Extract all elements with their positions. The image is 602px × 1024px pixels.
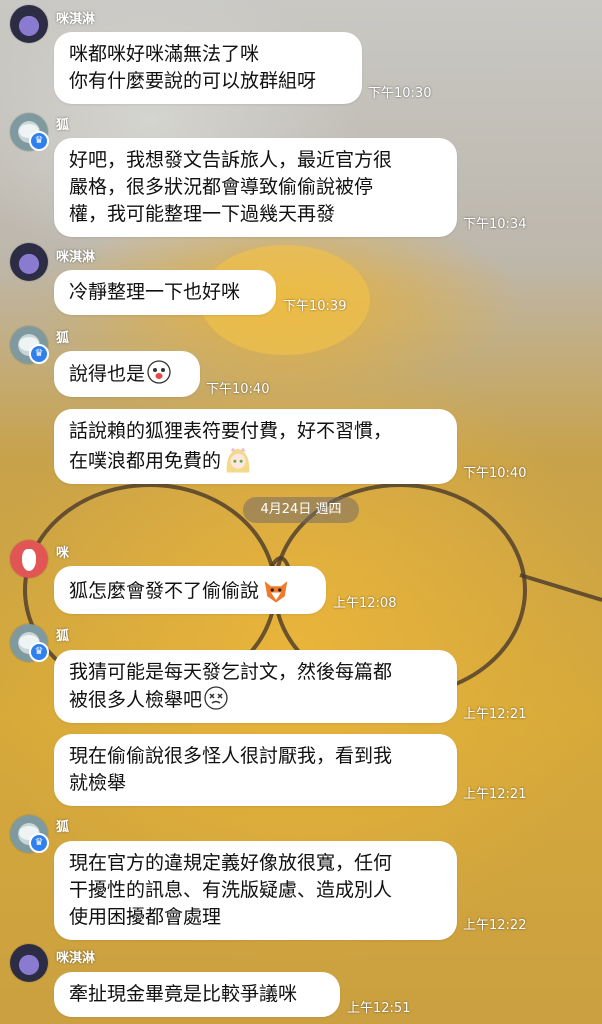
message-time: 上午12:08	[333, 596, 397, 611]
sender-name: 狐	[56, 629, 70, 644]
message-text: 被很多人檢舉吧	[69, 689, 203, 711]
anime-girl-sticker-icon	[226, 447, 250, 473]
crown-badge-icon: ♛	[29, 131, 49, 151]
message-text: 干擾性的訊息、有洗版疑慮、造成別人	[69, 879, 393, 901]
avatar-mi[interactable]	[10, 5, 48, 43]
sender-name: 咪淇淋	[56, 250, 96, 265]
dizzy-emoji-icon	[204, 686, 228, 710]
sender-name: 咪淇淋	[56, 12, 96, 27]
message-text: 權，我可能整理一下過幾天再發	[69, 203, 336, 225]
message-text: 我猜可能是每天發乞討文，然後每篇都	[69, 661, 393, 683]
message-bubble[interactable]: 我猜可能是每天發乞討文，然後每篇都 被很多人檢舉吧	[54, 650, 457, 723]
message-time: 下午10:39	[283, 299, 347, 314]
message-time: 下午10:34	[463, 217, 527, 232]
fox-sticker-icon	[264, 581, 288, 603]
message-bubble[interactable]: 說得也是	[54, 351, 200, 397]
message-text: 在噗浪都用免費的	[69, 450, 222, 472]
message-time: 上午12:51	[347, 1001, 411, 1016]
message-time: 上午12:21	[463, 707, 527, 722]
message-bubble[interactable]: 牽扯現金畢竟是比較爭議咪	[54, 972, 340, 1017]
sender-name: 咪淇淋	[56, 951, 96, 966]
avatar-mi[interactable]	[10, 944, 48, 982]
message-text: 使用困擾都會處理	[69, 906, 222, 928]
message-bubble[interactable]: 現在偷偷說很多怪人很討厭我，看到我 就檢舉	[54, 734, 457, 806]
message-time: 下午10:30	[368, 86, 432, 101]
message-text: 冷靜整理一下也好咪	[69, 281, 241, 303]
sender-name: 狐	[56, 331, 70, 346]
message-text: 牽扯現金畢竟是比較爭議咪	[69, 983, 298, 1005]
message-text: 狐怎麼會發不了偷偷說	[69, 580, 260, 602]
message-bubble[interactable]: 現在官方的違規定義好像放很寬，任何 干擾性的訊息、有洗版疑慮、造成別人 使用困擾…	[54, 841, 457, 940]
message-text: 你有什麼要說的可以放群組呀	[69, 70, 317, 92]
surprised-emoji-icon	[147, 360, 171, 384]
message-bubble[interactable]: 話說賴的狐狸表符要付費，好不習慣， 在噗浪都用免費的	[54, 409, 457, 484]
message-text: 好吧，我想發文告訴旅人，最近官方很	[69, 149, 393, 171]
message-time: 下午10:40	[463, 466, 527, 481]
message-bubble[interactable]: 狐怎麼會發不了偷偷說	[54, 566, 326, 614]
sender-name: 狐	[56, 118, 70, 133]
message-text: 話說賴的狐狸表符要付費，好不習慣，	[69, 420, 393, 442]
avatar-dog[interactable]	[10, 540, 48, 578]
message-text: 現在偷偷說很多怪人很討厭我，看到我	[69, 745, 393, 767]
sender-name: 咪	[56, 546, 70, 561]
message-text: 就檢舉	[69, 772, 127, 794]
message-text: 說得也是	[69, 363, 146, 385]
message-time: 上午12:21	[463, 787, 527, 802]
message-bubble[interactable]: 冷靜整理一下也好咪	[54, 270, 276, 315]
message-bubble[interactable]: 咪都咪好咪滿無法了咪 你有什麼要說的可以放群組呀	[54, 32, 362, 104]
avatar-mi[interactable]	[10, 243, 48, 281]
message-bubble[interactable]: 好吧，我想發文告訴旅人，最近官方很 嚴格，很多狀況都會導致偷偷說被停 權，我可能…	[54, 138, 457, 237]
message-text: 咪都咪好咪滿無法了咪	[69, 43, 260, 65]
message-time: 下午10:40	[206, 382, 270, 397]
crown-badge-icon: ♛	[29, 344, 49, 364]
crown-badge-icon: ♛	[29, 833, 49, 853]
message-text: 現在官方的違規定義好像放很寬，任何	[69, 852, 393, 874]
date-separator: 4月24日 週四	[243, 497, 359, 523]
sender-name: 狐	[56, 820, 70, 835]
message-time: 上午12:22	[463, 918, 527, 933]
crown-badge-icon: ♛	[29, 642, 49, 662]
message-text: 嚴格，很多狀況都會導致偷偷說被停	[69, 176, 374, 198]
